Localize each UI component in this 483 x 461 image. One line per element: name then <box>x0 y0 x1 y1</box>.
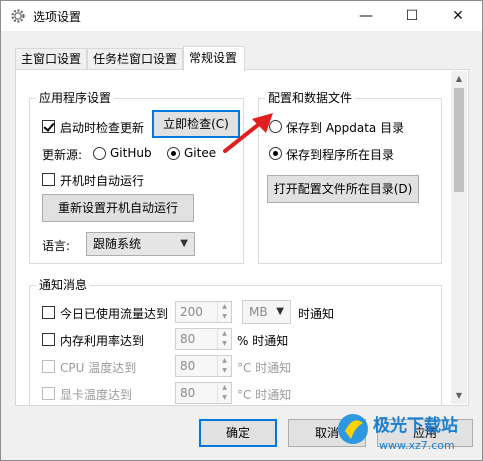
stepper-arrows-icon: ▲ ▼ <box>217 302 231 322</box>
annotation-arrow-icon <box>223 113 273 153</box>
check-updates-checkbox[interactable] <box>42 120 55 133</box>
stepper-arrows-icon: ▲ ▼ <box>217 383 231 403</box>
save-program-dir-label: 保存到程序所在目录 <box>286 148 395 162</box>
maximize-icon: ☐ <box>405 8 419 24</box>
gear-icon <box>10 8 26 24</box>
traffic-unit-select[interactable]: MB ▼ <box>242 300 291 324</box>
language-value: 跟随系统 <box>93 237 142 251</box>
cpu-temp-suffix: °C 时通知 <box>237 361 292 375</box>
memory-notify-checkbox[interactable] <box>42 333 55 346</box>
gpu-temp-suffix: °C 时通知 <box>237 388 292 402</box>
scroll-down-icon[interactable]: ▼ <box>451 388 467 404</box>
title-bar[interactable]: 选项设置 — ☐ ✕ <box>1 1 482 31</box>
memory-suffix: % 时通知 <box>237 334 289 348</box>
tab-general[interactable]: 常规设置 <box>183 46 245 71</box>
save-appdata-label: 保存到 Appdata 目录 <box>286 121 405 135</box>
vertical-scrollbar[interactable]: ▲ ▼ <box>451 71 467 404</box>
tab-main-window[interactable]: 主窗口设置 <box>15 48 87 70</box>
cpu-temp-stepper[interactable]: 80 ▲ ▼ <box>175 355 232 377</box>
cpu-temp-label: CPU 温度达到 <box>60 361 137 375</box>
traffic-unit: MB <box>249 305 268 319</box>
gpu-temp-label: 显卡温度达到 <box>60 388 133 402</box>
source-github-label: GitHub <box>110 146 152 160</box>
gpu-temp-stepper[interactable]: 80 ▲ ▼ <box>175 382 232 404</box>
maximize-button[interactable]: ☐ <box>389 1 435 31</box>
tab-taskbar-window[interactable]: 任务栏窗口设置 <box>87 48 183 70</box>
cpu-temp-value: 80 <box>180 359 196 373</box>
traffic-value: 200 <box>180 305 203 319</box>
config-files-group: 配置和数据文件 保存到 Appdata 目录 保存到程序所在目录 打开配置文件所… <box>258 91 442 264</box>
check-updates-label: 启动时检查更新 <box>60 121 145 135</box>
language-label: 语言: <box>42 239 71 253</box>
window-title: 选项设置 <box>33 10 82 24</box>
traffic-notify-label: 今日已使用流量达到 <box>60 307 169 321</box>
chevron-down-icon: ▼ <box>180 238 188 249</box>
source-gitee-label: Gitee <box>184 146 217 160</box>
stepper-arrows-icon: ▲ ▼ <box>217 356 231 376</box>
notifications-group: 通知消息 今日已使用流量达到 200 ▲ ▼ MB ▼ 时通知 内存利用率达到 8… <box>29 278 442 405</box>
source-gitee-radio[interactable] <box>167 147 180 160</box>
gpu-temp-value: 80 <box>180 386 196 400</box>
language-select[interactable]: 跟随系统 ▼ <box>86 232 195 256</box>
scroll-up-icon[interactable]: ▲ <box>451 71 467 87</box>
app-settings-title: 应用程序设置 <box>36 91 115 105</box>
minimize-icon: — <box>359 8 373 24</box>
minimize-button[interactable]: — <box>343 1 389 31</box>
open-config-dir-button[interactable]: 打开配置文件所在目录(D) <box>267 175 419 203</box>
autorun-label: 开机时自动运行 <box>60 174 145 188</box>
app-settings-group: 应用程序设置 启动时检查更新 立即检查(C) 更新源: GitHub Gitee… <box>29 91 244 264</box>
memory-value-stepper[interactable]: 80 ▲ ▼ <box>175 328 232 350</box>
watermark-logo: 极光下载站 www.xz7.com <box>331 405 481 457</box>
autorun-checkbox[interactable] <box>42 173 55 186</box>
config-files-title: 配置和数据文件 <box>265 91 356 105</box>
scroll-thumb[interactable] <box>454 88 464 192</box>
traffic-suffix: 时通知 <box>298 307 335 321</box>
watermark-brand: 极光下载站 <box>373 415 458 436</box>
reset-autorun-button[interactable]: 重新设置开机自动运行 <box>42 194 194 222</box>
gpu-temp-checkbox[interactable] <box>42 387 55 400</box>
close-button[interactable]: ✕ <box>435 1 481 31</box>
cpu-temp-checkbox[interactable] <box>42 360 55 373</box>
source-github-radio[interactable] <box>93 147 106 160</box>
notifications-title: 通知消息 <box>36 278 91 292</box>
update-source-label: 更新源: <box>42 148 83 162</box>
close-icon: ✕ <box>452 8 464 24</box>
watermark-url: www.xz7.com <box>379 439 455 452</box>
memory-value: 80 <box>180 332 196 346</box>
chevron-down-icon: ▼ <box>276 306 284 317</box>
traffic-notify-checkbox[interactable] <box>42 306 55 319</box>
memory-notify-label: 内存利用率达到 <box>60 334 145 348</box>
options-dialog: 选项设置 — ☐ ✕ 主窗口设置 任务栏窗口设置 常规设置 应用程序设置 启动时… <box>0 0 483 461</box>
traffic-value-stepper[interactable]: 200 ▲ ▼ <box>175 301 232 323</box>
stepper-arrows-icon: ▲ ▼ <box>217 329 231 349</box>
ok-button[interactable]: 确定 <box>199 419 277 447</box>
